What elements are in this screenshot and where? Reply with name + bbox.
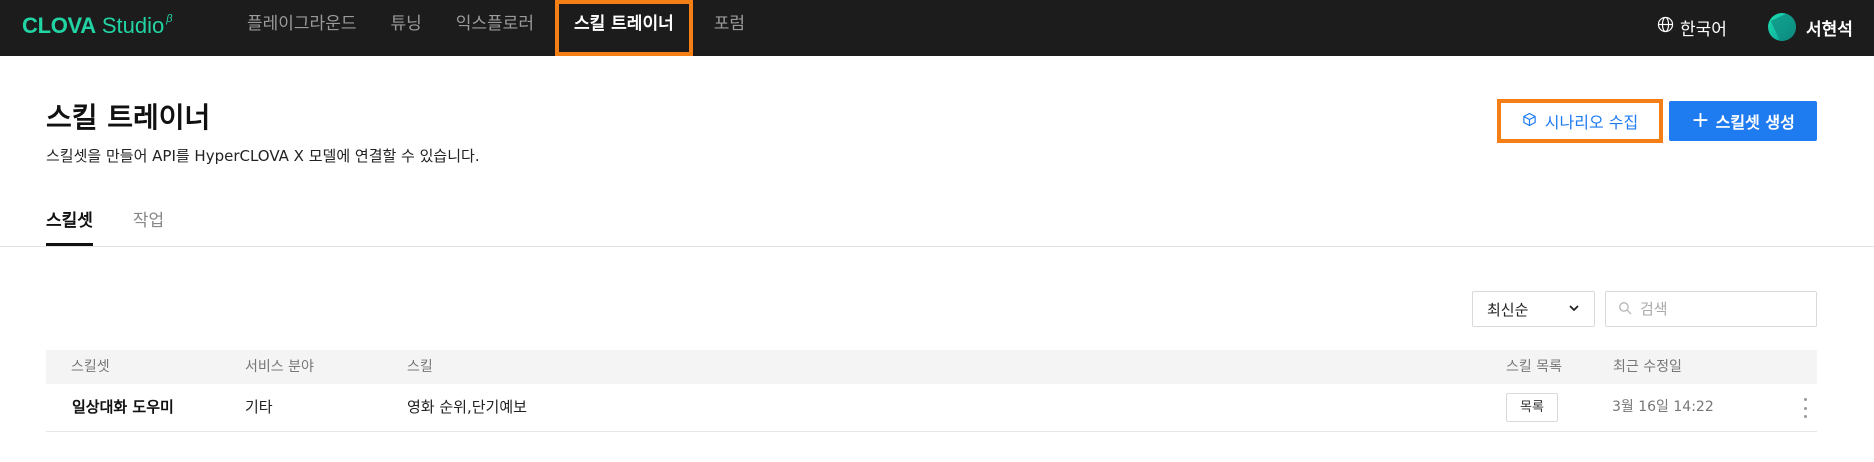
nav-item-explorer[interactable]: 익스플로러 xyxy=(439,0,551,56)
create-skillset-button[interactable]: + 스킬셋 생성 xyxy=(1669,101,1817,141)
logo-main-text: CLOVA xyxy=(22,13,96,38)
service-area: 기타 xyxy=(245,398,273,416)
nav-item-playground[interactable]: 플레이그라운드 xyxy=(230,0,373,56)
nav-item-skill-trainer[interactable]: 스킬 트레이너 xyxy=(554,0,693,56)
sort-selected-value: 최신순 xyxy=(1487,300,1529,319)
table-header: 스킬셋 서비스 분야 스킬 스킬 목록 최근 수정일 xyxy=(46,350,1817,384)
tab-bar: 스킬셋 작업 xyxy=(46,206,204,246)
column-header-skill-list: 스킬 목록 xyxy=(1506,359,1562,375)
page-title: 스킬 트레이너 xyxy=(46,101,211,134)
logo-sub-text: Studio xyxy=(101,13,165,38)
user-menu[interactable]: 서현석 xyxy=(1768,11,1853,43)
column-header-service: 서비스 분야 xyxy=(245,359,314,375)
collect-scenario-button[interactable]: 시나리오 수집 xyxy=(1497,99,1663,143)
create-skillset-label: 스킬셋 생성 xyxy=(1715,113,1795,132)
top-navigation-bar: CLOVA Studio β 플레이그라운드 튜닝 익스플로러 스킬 트레이너 … xyxy=(0,0,1874,56)
skill-list-button[interactable]: 목록 xyxy=(1506,393,1558,422)
plus-icon: + xyxy=(1691,108,1710,133)
tab-skillset[interactable]: 스킬셋 xyxy=(46,206,93,246)
globe-icon xyxy=(1657,16,1680,38)
sort-select[interactable]: 최신순 xyxy=(1472,291,1595,327)
collect-scenario-label: 시나리오 수집 xyxy=(1544,113,1639,132)
user-name: 서현석 xyxy=(1806,19,1853,40)
more-options-icon[interactable] xyxy=(1799,398,1811,418)
column-header-modified[interactable]: 최근 수정일 xyxy=(1613,350,1682,384)
tab-jobs[interactable]: 작업 xyxy=(133,206,164,246)
search-icon xyxy=(1618,300,1632,319)
cube-icon xyxy=(1522,112,1545,131)
language-label: 한국어 xyxy=(1680,19,1727,40)
clova-studio-logo[interactable]: CLOVA Studio β xyxy=(22,13,173,43)
tabs-divider xyxy=(0,246,1874,247)
column-header-skills: 스킬 xyxy=(407,359,433,375)
search-input[interactable] xyxy=(1640,300,1800,318)
modified-date: 3월 16일 14:22 xyxy=(1612,399,1714,415)
avatar xyxy=(1768,13,1796,41)
skills-list: 영화 순위,단기예보 xyxy=(407,398,527,416)
nav-item-forum[interactable]: 포럼 xyxy=(697,0,762,56)
logo-beta-mark: β xyxy=(166,13,173,25)
search-box xyxy=(1605,291,1817,327)
main-nav: 플레이그라운드 튜닝 익스플로러 스킬 트레이너 포럼 xyxy=(230,0,762,56)
language-selector[interactable]: 한국어 xyxy=(1657,12,1727,42)
table-row[interactable]: 일상대화 도우미 기타 영화 순위,단기예보 목록 3월 16일 14:22 xyxy=(46,384,1817,432)
nav-item-tuning[interactable]: 튜닝 xyxy=(373,0,438,56)
skillset-name[interactable]: 일상대화 도우미 xyxy=(72,384,174,432)
chevron-down-icon xyxy=(1568,300,1580,318)
page-description: 스킬셋을 만들어 API를 HyperCLOVA X 모델에 연결할 수 있습니… xyxy=(46,147,480,165)
column-header-skillset[interactable]: 스킬셋 xyxy=(71,350,110,384)
